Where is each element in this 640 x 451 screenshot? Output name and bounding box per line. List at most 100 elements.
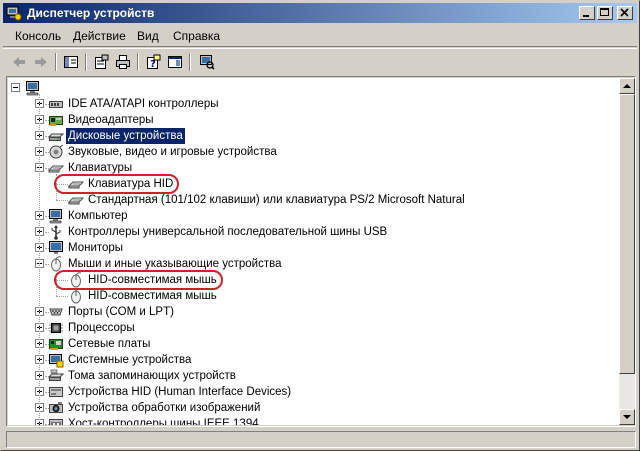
scan-hardware-icon[interactable] [197,53,217,71]
tree-connector [45,264,49,265]
tree-category[interactable]: Тома запоминающих устройств [8,368,608,384]
tree-connector [39,94,40,425]
tree-category-label: Хост-контроллеры шины IEEE 1394 [68,418,259,425]
tree-connector [45,152,49,153]
toolbar-separator [137,53,139,71]
title-bar[interactable]: Диспетчер устройств [3,3,637,23]
tree-category[interactable]: Видеоадаптеры [8,112,608,128]
tree-connector [56,200,68,201]
hid-device-icon [48,384,64,400]
device-manager-window: Диспетчер устройств Консоль Действие Вид… [0,0,640,451]
toolbar-separator [189,53,191,71]
tree-category-label: Устройства HID (Human Interface Devices) [68,386,292,398]
tree-connector [45,216,49,217]
tree-connector [45,120,49,121]
tree-category[interactable]: Дисковые устройства [8,128,608,144]
window-title: Диспетчер устройств [27,6,155,20]
tree-category-label: Видеоадаптеры [68,114,154,126]
toolbar-separator [85,53,87,71]
properties-icon[interactable] [91,53,111,71]
storage-volume-icon [47,368,65,384]
keyboard-icon [67,192,85,208]
print-icon[interactable] [113,53,133,71]
tree-connector [45,104,49,105]
menu-view[interactable]: Вид [137,29,159,43]
tree-category[interactable]: Сетевые платы [8,336,608,352]
tree-device-label: HID-совместимая мышь [88,290,217,302]
tree-category[interactable]: Процессоры [8,320,608,336]
tree-connector [45,248,49,249]
scroll-up-button[interactable] [619,78,635,94]
close-button[interactable] [617,6,633,20]
tree-category-label: Тома запоминающих устройств [68,370,236,382]
scroll-thumb[interactable] [619,94,635,374]
minimize-button[interactable] [579,6,595,20]
processor-icon [48,320,64,336]
toolbar: ? [3,48,637,74]
device-tree[interactable]: IDE ATA/ATAPI контроллеры Видеоадаптеры Ди… [8,78,619,425]
annotation-highlight [54,270,223,290]
tree-category-label: Сетевые платы [68,338,151,350]
tree-category[interactable]: Звуковые, видео и игровые устройства [8,144,608,160]
vertical-scrollbar[interactable] [619,78,635,425]
ide-controller-icon [48,96,64,112]
tree-category[interactable]: Мониторы [8,240,608,256]
tree-device[interactable]: HID-совместимая мышь [8,288,608,304]
tree-category[interactable]: Хост-контроллеры шины IEEE 1394 [8,416,608,425]
tree-category-label: Контроллеры универсальной последовательн… [68,226,388,238]
tree-device-label: Стандартная (101/102 клавиши) или клавиа… [88,194,465,206]
tree-category-label: Системные устройства [68,354,192,366]
imaging-device-icon [48,400,64,416]
tree-category-label: IDE ATA/ATAPI контроллеры [68,98,219,110]
tree-connector [45,136,49,137]
monitor-icon [48,240,64,256]
help-icon[interactable]: ? [143,53,163,71]
mouse-icon [68,288,84,304]
tree-category-label: Порты (COM и LPT) [68,306,174,318]
device-manager-icon [6,5,22,21]
tree-category-label: Звуковые, видео и игровые устройства [68,146,277,158]
tree-connector [45,312,49,313]
tree-view-icon[interactable] [61,53,81,71]
toolbar-separator [55,53,57,71]
tree-category[interactable]: Порты (COM и LPT) [8,304,608,320]
computer-icon [48,208,64,224]
menu-bar: Консоль Действие Вид Справка [3,25,637,47]
tree-connector [45,232,49,233]
sound-icon [48,144,64,160]
back-arrow-icon[interactable] [9,53,29,71]
disk-drive-icon [47,128,65,144]
tree-category[interactable]: IDE ATA/ATAPI контроллеры [8,96,608,112]
menu-console[interactable]: Консоль [15,29,61,43]
tree-category-label: Процессоры [68,322,135,334]
tree-connector [56,296,68,297]
collapse-toggle[interactable] [11,83,20,92]
tree-device[interactable]: Стандартная (101/102 клавиши) или клавиа… [8,192,608,208]
tree-category-label: Компьютер [68,210,128,222]
tree-root[interactable] [8,80,208,96]
tree-category[interactable]: Устройства HID (Human Interface Devices) [8,384,608,400]
tree-connector [45,328,49,329]
tree-category-label: Устройства обработки изображений [68,402,261,414]
show-hide-icon[interactable] [165,53,185,71]
status-panel [6,431,636,448]
tree-category-label: Дисковые устройства [66,128,185,144]
tree-connector [45,408,49,409]
tree-category[interactable]: Компьютер [8,208,608,224]
tree-category[interactable]: Системные устройства [8,352,608,368]
port-icon [48,304,64,320]
menu-help[interactable]: Справка [173,29,220,43]
tree-category[interactable]: Контроллеры универсальной последовательн… [8,224,608,240]
annotation-highlight [54,174,179,194]
forward-arrow-icon[interactable] [31,53,51,71]
maximize-button[interactable] [597,6,613,20]
ieee1394-icon [48,416,64,425]
system-device-icon [48,352,64,368]
menu-action[interactable]: Действие [73,29,126,43]
device-tree-frame: IDE ATA/ATAPI контроллеры Видеоадаптеры Ди… [6,76,636,427]
tree-category[interactable]: Устройства обработки изображений [8,400,608,416]
svg-text:?: ? [150,59,156,70]
tree-category-label: Мониторы [68,242,124,254]
scroll-down-button[interactable] [619,409,635,425]
display-adapter-icon [48,112,64,128]
